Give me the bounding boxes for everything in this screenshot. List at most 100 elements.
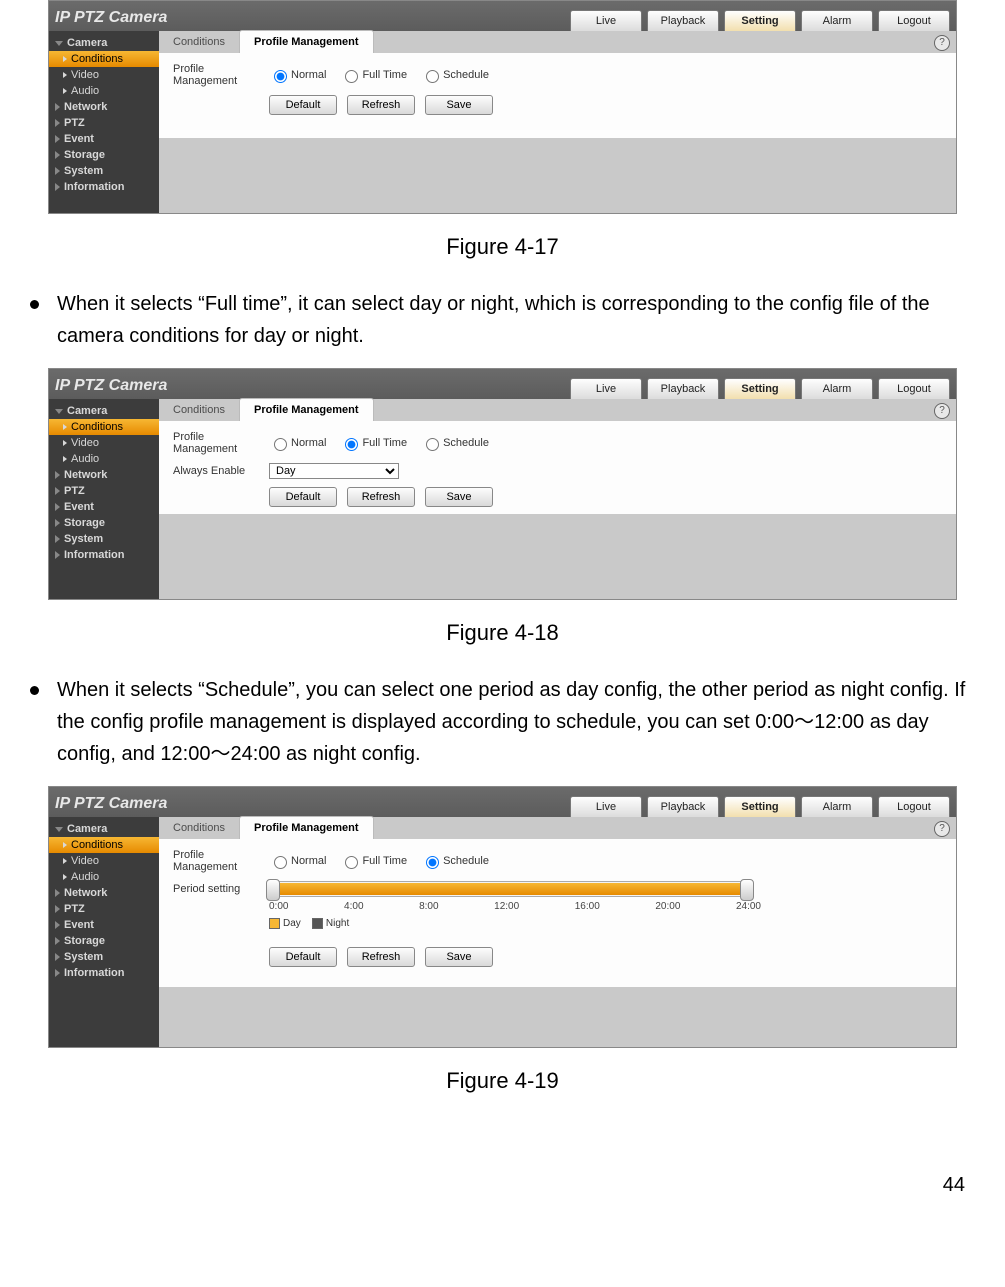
sidebar-item-ptz[interactable]: PTZ (49, 115, 159, 131)
radio-fulltime[interactable]: Full Time (340, 67, 407, 83)
subtab-conditions[interactable]: Conditions (159, 399, 239, 421)
radio-schedule-input[interactable] (426, 856, 439, 869)
app-header: IP PTZ Camera Live Playback Setting Alar… (49, 369, 956, 399)
subtab-profile-management[interactable]: Profile Management (239, 816, 374, 839)
save-button[interactable]: Save (425, 947, 493, 967)
radio-normal[interactable]: Normal (269, 853, 326, 869)
main-panel: Conditions Profile Management ? Profile … (159, 31, 956, 213)
subtab-conditions[interactable]: Conditions (159, 817, 239, 839)
schedule-handle-end[interactable] (740, 879, 754, 901)
tab-playback[interactable]: Playback (647, 796, 719, 817)
sidebar-item-storage[interactable]: Storage (49, 933, 159, 949)
radio-fulltime-input[interactable] (345, 856, 358, 869)
help-icon[interactable]: ? (934, 35, 950, 51)
sidebar-label-camera: Camera (67, 823, 107, 835)
sidebar-item-audio[interactable]: Audio (49, 451, 159, 467)
radio-schedule[interactable]: Schedule (421, 435, 489, 451)
sidebar-item-video[interactable]: Video (49, 435, 159, 451)
sidebar-item-video[interactable]: Video (49, 67, 159, 83)
sidebar-item-event[interactable]: Event (49, 131, 159, 147)
schedule-track[interactable] (269, 881, 751, 897)
radio-normal-input[interactable] (274, 856, 287, 869)
default-button[interactable]: Default (269, 95, 337, 115)
sidebar-item-ptz[interactable]: PTZ (49, 483, 159, 499)
sidebar-item-event[interactable]: Event (49, 917, 159, 933)
radio-normal-input[interactable] (274, 438, 287, 451)
refresh-button[interactable]: Refresh (347, 947, 415, 967)
sidebar-item-audio[interactable]: Audio (49, 83, 159, 99)
radio-fulltime-input[interactable] (345, 438, 358, 451)
sidebar-item-storage[interactable]: Storage (49, 515, 159, 531)
help-icon[interactable]: ? (934, 821, 950, 837)
default-button[interactable]: Default (269, 947, 337, 967)
sidebar-item-camera[interactable]: Camera (49, 821, 159, 837)
sidebar-label-information: Information (64, 967, 125, 979)
profile-mgmt-label: Profile Management (173, 431, 269, 455)
radio-normal[interactable]: Normal (269, 67, 326, 83)
schedule-ticks: 0:00 4:00 8:00 12:00 16:00 20:00 24:00 (269, 901, 761, 912)
sidebar-label-video: Video (71, 437, 99, 449)
tab-live[interactable]: Live (570, 378, 642, 399)
sidebar-item-video[interactable]: Video (49, 853, 159, 869)
sidebar-item-camera[interactable]: Camera (49, 35, 159, 51)
sidebar-label-network: Network (64, 469, 107, 481)
sidebar-item-system[interactable]: System (49, 531, 159, 547)
radio-normal-input[interactable] (274, 70, 287, 83)
sidebar-item-information[interactable]: Information (49, 965, 159, 981)
refresh-button[interactable]: Refresh (347, 487, 415, 507)
radio-fulltime[interactable]: Full Time (340, 435, 407, 451)
sidebar-item-network[interactable]: Network (49, 885, 159, 901)
sidebar-item-conditions[interactable]: Conditions (49, 837, 159, 853)
sidebar-item-network[interactable]: Network (49, 467, 159, 483)
tab-setting[interactable]: Setting (724, 378, 796, 399)
page-number: 44 (0, 1174, 965, 1197)
sidebar-item-audio[interactable]: Audio (49, 869, 159, 885)
default-button[interactable]: Default (269, 487, 337, 507)
subtab-conditions[interactable]: Conditions (159, 31, 239, 53)
sidebar-item-network[interactable]: Network (49, 99, 159, 115)
radio-normal[interactable]: Normal (269, 435, 326, 451)
tab-live[interactable]: Live (570, 796, 642, 817)
save-button[interactable]: Save (425, 487, 493, 507)
sidebar-item-event[interactable]: Event (49, 499, 159, 515)
radio-fulltime-input[interactable] (345, 70, 358, 83)
sidebar-item-ptz[interactable]: PTZ (49, 901, 159, 917)
tab-setting[interactable]: Setting (724, 796, 796, 817)
subtab-profile-management[interactable]: Profile Management (239, 30, 374, 53)
sidebar-item-information[interactable]: Information (49, 179, 159, 195)
schedule-handle-start[interactable] (266, 879, 280, 901)
sidebar-item-storage[interactable]: Storage (49, 147, 159, 163)
radio-schedule-input[interactable] (426, 70, 439, 83)
radio-schedule-input[interactable] (426, 438, 439, 451)
help-icon[interactable]: ? (934, 403, 950, 419)
screenshot-fig-4-18: IP PTZ Camera Live Playback Setting Alar… (48, 368, 957, 600)
save-button[interactable]: Save (425, 95, 493, 115)
tab-playback[interactable]: Playback (647, 10, 719, 31)
sidebar: Camera Conditions Video Audio Network PT… (49, 31, 159, 213)
sidebar-item-conditions[interactable]: Conditions (49, 51, 159, 67)
tab-alarm[interactable]: Alarm (801, 378, 873, 399)
sidebar-item-camera[interactable]: Camera (49, 403, 159, 419)
radio-schedule[interactable]: Schedule (421, 67, 489, 83)
sidebar-item-conditions[interactable]: Conditions (49, 419, 159, 435)
button-row: Default Refresh Save (269, 947, 942, 967)
refresh-button[interactable]: Refresh (347, 95, 415, 115)
sidebar-label-conditions: Conditions (71, 421, 123, 433)
always-enable-select[interactable]: Day (269, 463, 399, 479)
radio-fulltime[interactable]: Full Time (340, 853, 407, 869)
grey-filler (159, 138, 956, 213)
tab-alarm[interactable]: Alarm (801, 10, 873, 31)
sidebar-item-information[interactable]: Information (49, 547, 159, 563)
sidebar-item-system[interactable]: System (49, 163, 159, 179)
tab-live[interactable]: Live (570, 10, 642, 31)
radio-schedule[interactable]: Schedule (421, 853, 489, 869)
tab-alarm[interactable]: Alarm (801, 796, 873, 817)
subtab-profile-management[interactable]: Profile Management (239, 398, 374, 421)
profile-form: Profile Management Normal Full Time Sche… (159, 839, 956, 981)
tab-logout[interactable]: Logout (878, 10, 950, 31)
tab-logout[interactable]: Logout (878, 796, 950, 817)
tab-playback[interactable]: Playback (647, 378, 719, 399)
sidebar-item-system[interactable]: System (49, 949, 159, 965)
tab-logout[interactable]: Logout (878, 378, 950, 399)
tab-setting[interactable]: Setting (724, 10, 796, 31)
